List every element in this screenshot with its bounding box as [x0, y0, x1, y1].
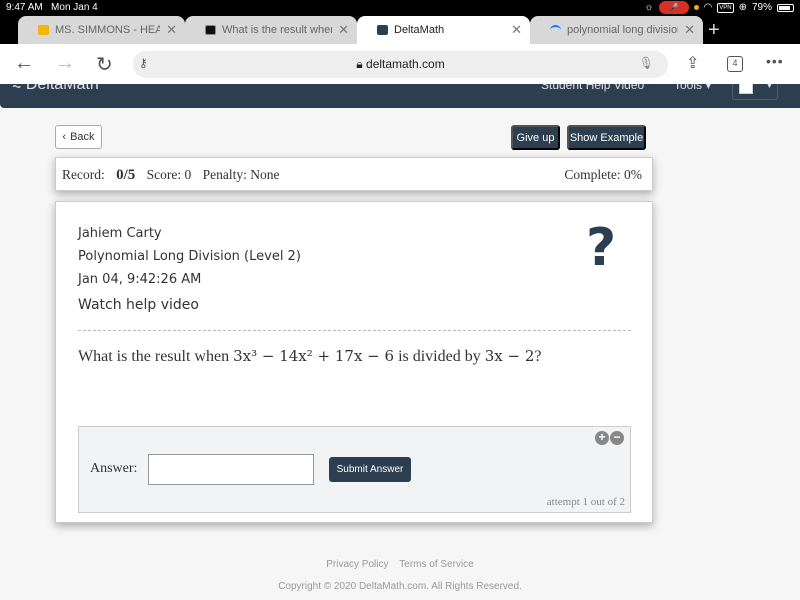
- loading-icon: [550, 25, 561, 35]
- tools-menu[interactable]: Tools ▾: [674, 84, 711, 92]
- chevron-down-icon: ▼: [765, 84, 774, 90]
- status-bar: 9:47 AM Mon Jan 4 ☼ 🎤 ◠ VPN ⊕ 79%: [0, 0, 800, 16]
- browser-toolbar: ← → ↻ ⚷ 🔒︎ deltamath.com 🎙︎ ⇪ 4 •••: [0, 44, 800, 84]
- tab-ms-simmons[interactable]: MS. SIMMONS - HEALTH ✕: [18, 16, 185, 44]
- close-tab-icon[interactable]: ✕: [511, 22, 522, 38]
- google-classroom-icon: [38, 25, 49, 35]
- record: Record: 0/5: [62, 167, 136, 183]
- close-tab-icon[interactable]: ✕: [338, 22, 349, 38]
- zoom-in-icon[interactable]: +: [595, 431, 609, 445]
- battery-icon: [777, 3, 794, 12]
- wifi-icon: ◠: [703, 2, 713, 13]
- delta-logo-icon: ⩳: [12, 84, 22, 93]
- copyright: Copyright © 2020 DeltaMath.com. All Righ…: [278, 581, 522, 592]
- answer-label: Answer:: [90, 461, 138, 476]
- deltamath-logo[interactable]: ⩳ DeltaMath: [12, 84, 99, 94]
- submit-answer-button[interactable]: Submit Answer: [329, 457, 411, 482]
- answer-input[interactable]: [148, 454, 314, 485]
- tab-title: What is the result when 3: [222, 24, 332, 36]
- penalty: Penalty: None: [202, 167, 280, 182]
- tab-title: polynomial long division: [567, 24, 679, 36]
- share-icon[interactable]: ⇪: [686, 53, 699, 73]
- answer-area: + − Answer: Submit Answer attempt 1 out …: [78, 426, 631, 513]
- back-button[interactable]: ‹ Back: [55, 125, 102, 149]
- tab-brainly[interactable]: What is the result when 3 ✕: [185, 16, 357, 44]
- orientation-lock-icon: ⊕: [738, 2, 747, 13]
- tab-title: DeltaMath: [394, 24, 445, 36]
- divisor-expression: 3x − 2: [484, 347, 535, 365]
- site-navbar: ⩳ DeltaMath Student Help Video Tools ▾ ▼: [0, 84, 800, 108]
- reload-icon[interactable]: ↻: [96, 52, 113, 77]
- give-up-button[interactable]: Give up: [511, 125, 560, 150]
- privacy-policy-link[interactable]: Privacy Policy: [326, 559, 388, 570]
- zoom-out-icon[interactable]: −: [610, 431, 624, 445]
- battery-percent: 79%: [751, 2, 772, 13]
- student-name: Jahiem Carty: [78, 226, 162, 241]
- lock-icon: 🔒︎: [356, 57, 363, 71]
- tab-title: MS. SIMMONS - HEALTH: [55, 24, 161, 36]
- score: Score: 0: [146, 167, 192, 182]
- problem-timestamp: Jan 04, 9:42:26 AM: [78, 272, 202, 287]
- deltamath-icon: [377, 25, 388, 35]
- divider: [78, 330, 631, 331]
- problem-info: Jahiem Carty Polynomial Long Division (L…: [78, 222, 301, 291]
- show-example-button[interactable]: Show Example: [567, 125, 646, 150]
- more-menu-icon[interactable]: •••: [766, 53, 784, 69]
- brainly-icon: [205, 25, 216, 35]
- tab-count-button[interactable]: 4: [727, 56, 743, 72]
- microphone-icon[interactable]: 🎙︎: [639, 56, 654, 70]
- brightness-icon: ☼: [644, 2, 654, 13]
- attempt-counter: attempt 1 out of 2: [546, 496, 625, 508]
- record-bar: Record: 0/5 Score: 0 Penalty: None Compl…: [55, 157, 653, 191]
- forward-arrow-icon[interactable]: →: [55, 52, 75, 75]
- tab-polynomial-search[interactable]: polynomial long division ✕: [530, 16, 703, 44]
- recording-dot-icon: [693, 5, 699, 10]
- address-bar[interactable]: ⚷ 🔒︎ deltamath.com 🎙︎: [133, 51, 668, 78]
- calculator-button[interactable]: ▼: [732, 84, 778, 100]
- question-text: What is the result when 3x³ − 14x² + 17x…: [78, 347, 542, 365]
- student-help-video-link[interactable]: Student Help Video: [541, 84, 644, 92]
- tab-deltamath[interactable]: DeltaMath ✕: [357, 16, 530, 44]
- back-arrow-icon[interactable]: ←: [14, 52, 34, 75]
- zoom-controls: + −: [595, 431, 624, 445]
- help-question-mark-icon[interactable]: ?: [586, 218, 616, 278]
- completion: Complete: 0%: [564, 167, 642, 182]
- close-tab-icon[interactable]: ✕: [166, 22, 177, 38]
- vpn-icon: VPN: [717, 2, 734, 13]
- chevron-left-icon: ‹: [62, 131, 67, 143]
- problem-card: Jahiem Carty Polynomial Long Division (L…: [55, 201, 653, 523]
- status-time: 9:47 AM Mon Jan 4: [6, 2, 98, 13]
- microphone-active-icon: 🎤: [658, 1, 689, 14]
- calculator-icon: [739, 84, 753, 94]
- url-text[interactable]: 🔒︎ deltamath.com: [133, 57, 668, 72]
- footer-links: Privacy Policy Terms of Service: [0, 559, 800, 570]
- dividend-expression: 3x³ − 14x² + 17x − 6: [233, 347, 395, 365]
- close-tab-icon[interactable]: ✕: [684, 22, 695, 38]
- new-tab-button[interactable]: +: [708, 19, 720, 42]
- skill-name: Polynomial Long Division (Level 2): [78, 249, 301, 264]
- terms-of-service-link[interactable]: Terms of Service: [399, 559, 473, 570]
- watch-help-video-link[interactable]: Watch help video: [78, 297, 199, 313]
- tab-bar: MS. SIMMONS - HEALTH ✕ What is the resul…: [0, 16, 800, 44]
- status-icons: ☼ 🎤 ◠ VPN ⊕ 79%: [644, 1, 794, 14]
